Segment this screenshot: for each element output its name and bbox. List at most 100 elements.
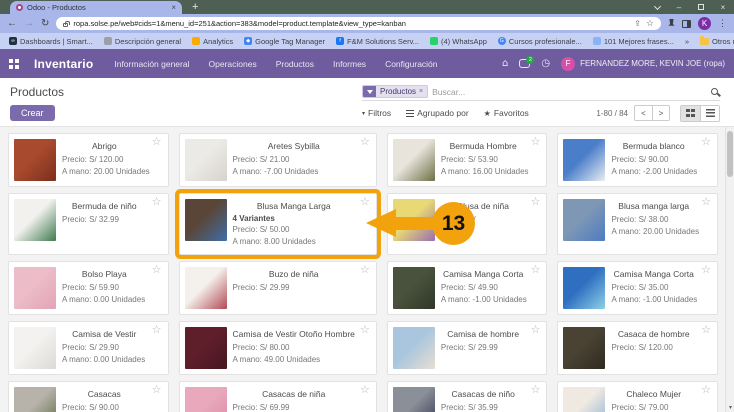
side-panel-icon[interactable]	[682, 20, 691, 28]
window-restore-button[interactable]	[690, 0, 712, 14]
pager-prev-button[interactable]: <	[635, 106, 652, 120]
new-tab-button[interactable]: +	[192, 1, 198, 14]
product-price: Precio: S/ 50.00	[233, 224, 371, 236]
favorite-star-icon[interactable]: ☆	[152, 197, 162, 208]
product-card[interactable]: Camisa Manga Corta Precio: S/ 35.00 A ma…	[557, 261, 718, 315]
favorite-star-icon[interactable]: ☆	[701, 385, 711, 396]
filters-button[interactable]: ▾ Filtros	[362, 108, 391, 118]
back-icon[interactable]: ←	[7, 19, 17, 29]
favorite-star-icon[interactable]: ☆	[701, 265, 711, 276]
create-button[interactable]: Crear	[10, 105, 55, 121]
product-card[interactable]: Camisa de hombre Precio: S/ 29.99 ☆	[387, 321, 548, 375]
kanban-view-button[interactable]	[681, 106, 700, 121]
home-icon[interactable]: ⌂	[502, 59, 508, 69]
favorite-star-icon[interactable]: ☆	[152, 265, 162, 276]
browser-profile-avatar[interactable]: K	[698, 17, 711, 30]
favorite-star-icon[interactable]: ☆	[360, 137, 370, 148]
navbar-menu-item[interactable]: Informes	[333, 59, 366, 69]
favorite-star-icon[interactable]: ☆	[531, 137, 541, 148]
search-icon[interactable]	[711, 88, 718, 95]
product-card[interactable]: Blusa Manga Larga 4 Variantes Precio: S/…	[179, 193, 377, 255]
navbar-menu-item[interactable]: Configuración	[385, 59, 437, 69]
favorite-star-icon[interactable]: ☆	[531, 325, 541, 336]
bookmark-item[interactable]: ∞ Dashboards | Smart...	[9, 37, 93, 46]
product-card[interactable]: Chaleco Mujer Precio: S/ 79.00 A mano: -…	[557, 381, 718, 412]
browser-menu-icon[interactable]: ⋮	[718, 18, 727, 29]
product-card[interactable]: Camisa Manga Corta Precio: S/ 49.90 A ma…	[387, 261, 548, 315]
favorite-star-icon[interactable]: ☆	[701, 325, 711, 336]
navbar-menu-item[interactable]: Productos	[276, 59, 314, 69]
product-card[interactable]: Casaca de hombre Precio: S/ 120.00 ☆	[557, 321, 718, 375]
navbar-menu-item[interactable]: Operaciones	[209, 59, 257, 69]
reload-icon[interactable]: ↻	[41, 19, 49, 29]
navbar-menu-item[interactable]: Información general	[114, 59, 189, 69]
product-card[interactable]: Bermuda Hombre Precio: S/ 53.90 A mano: …	[387, 133, 548, 187]
address-bar[interactable]: ropa.solse.pe/web#cids=1&menu_id=251&act…	[56, 17, 661, 30]
window-minimize-button[interactable]: –	[668, 0, 690, 14]
product-card[interactable]: Aretes Sybilla Precio: S/ 21.00 A mano: …	[179, 133, 377, 187]
scrollbar[interactable]: ▾	[725, 127, 734, 412]
app-name[interactable]: Inventario	[34, 57, 93, 71]
user-menu[interactable]: F FERNANDEZ MORE, KEVIN JOE (ropa)	[561, 57, 725, 71]
activities-clock-icon[interactable]: ◷	[541, 59, 550, 69]
favorite-star-icon[interactable]: ☆	[360, 325, 370, 336]
bookmark-item[interactable]: G Cursos profesionale...	[498, 37, 582, 46]
product-image	[563, 327, 605, 369]
extension-pin-icon[interactable]	[668, 19, 675, 28]
search-facet[interactable]: Productos ×	[362, 85, 428, 98]
bookmark-item[interactable]: 101 Mejores frases...	[593, 37, 674, 46]
group-by-button[interactable]: Agrupado por	[406, 108, 469, 118]
product-card[interactable]: Bolso Playa Precio: S/ 59.90 A mano: 0.0…	[8, 261, 169, 315]
browser-tab[interactable]: Odoo - Productos ×	[10, 1, 182, 14]
bookmark-item[interactable]: (4) WhatsApp	[430, 37, 487, 46]
window-menu-button[interactable]	[646, 0, 668, 14]
favorites-button[interactable]: ★ Favoritos	[484, 108, 529, 118]
bookmark-star-icon[interactable]: ☆	[646, 18, 654, 29]
favorite-star-icon[interactable]: ☆	[531, 385, 541, 396]
product-card[interactable]: Casacas de niño Precio: S/ 35.99 ☆	[387, 381, 548, 412]
favorite-star-icon[interactable]: ☆	[360, 265, 370, 276]
bookmark-item[interactable]: Descripción general	[104, 37, 181, 46]
list-view-button[interactable]	[700, 106, 719, 121]
share-icon[interactable]: ⇪	[634, 19, 641, 28]
product-card[interactable]: Blusa manga larga Precio: S/ 38.00 A man…	[557, 193, 718, 255]
favorite-star-icon[interactable]: ☆	[701, 137, 711, 148]
url-text[interactable]: ropa.solse.pe/web#cids=1&menu_id=251&act…	[73, 19, 629, 28]
product-name: Blusa Manga Larga	[233, 201, 355, 211]
bookmark-item[interactable]: ◆ Google Tag Manager	[244, 37, 325, 46]
bookmark-item[interactable]: Analytics	[192, 37, 233, 46]
apps-menu-icon[interactable]	[9, 59, 19, 69]
favorite-star-icon[interactable]: ☆	[531, 197, 541, 208]
favorite-star-icon[interactable]: ☆	[152, 385, 162, 396]
product-card[interactable]: Casacas de niña Precio: S/ 69.99 ☆	[179, 381, 377, 412]
product-card[interactable]: Buzo de niña Precio: S/ 29.99 ☆	[179, 261, 377, 315]
other-bookmarks[interactable]: Otros marcadores	[700, 37, 734, 46]
search-bar[interactable]: Productos ×	[362, 83, 720, 101]
favorite-star-icon[interactable]: ☆	[360, 197, 370, 208]
tab-close-icon[interactable]: ×	[171, 4, 176, 12]
chat-icon[interactable]: 2	[519, 59, 530, 68]
product-card[interactable]: Bermuda de niño Precio: S/ 32.99 ☆	[8, 193, 169, 255]
product-card[interactable]: Blusa de niña Precio: S/ ☆	[387, 193, 548, 255]
scroll-down-icon[interactable]: ▾	[726, 404, 734, 411]
product-card[interactable]: Casacas Precio: S/ 90.00 ☆	[8, 381, 169, 412]
favorite-star-icon[interactable]: ☆	[152, 137, 162, 148]
scrollbar-thumb[interactable]	[727, 131, 733, 177]
bookmarks-overflow[interactable]: »	[685, 37, 689, 46]
favorite-star-icon[interactable]: ☆	[701, 197, 711, 208]
product-card[interactable]: Abrigo Precio: S/ 120.00 A mano: 20.00 U…	[8, 133, 169, 187]
product-name: Bermuda de niño	[62, 201, 147, 211]
product-card[interactable]: Camisa de Vestir Precio: S/ 29.90 A mano…	[8, 321, 169, 375]
forward-icon[interactable]: →	[24, 19, 34, 29]
bookmark-item[interactable]: f F&M Solutions Serv...	[336, 37, 419, 46]
product-image	[185, 139, 227, 181]
favorite-star-icon[interactable]: ☆	[531, 265, 541, 276]
facet-remove-icon[interactable]: ×	[419, 88, 427, 95]
window-close-button[interactable]: ×	[712, 0, 734, 14]
product-card[interactable]: Bermuda blanco Precio: S/ 90.00 A mano: …	[557, 133, 718, 187]
pager-next-button[interactable]: >	[652, 106, 669, 120]
search-input[interactable]	[432, 87, 707, 97]
favorite-star-icon[interactable]: ☆	[360, 385, 370, 396]
favorite-star-icon[interactable]: ☆	[152, 325, 162, 336]
product-card[interactable]: Camisa de Vestir Otoño Hombre Precio: S/…	[179, 321, 377, 375]
